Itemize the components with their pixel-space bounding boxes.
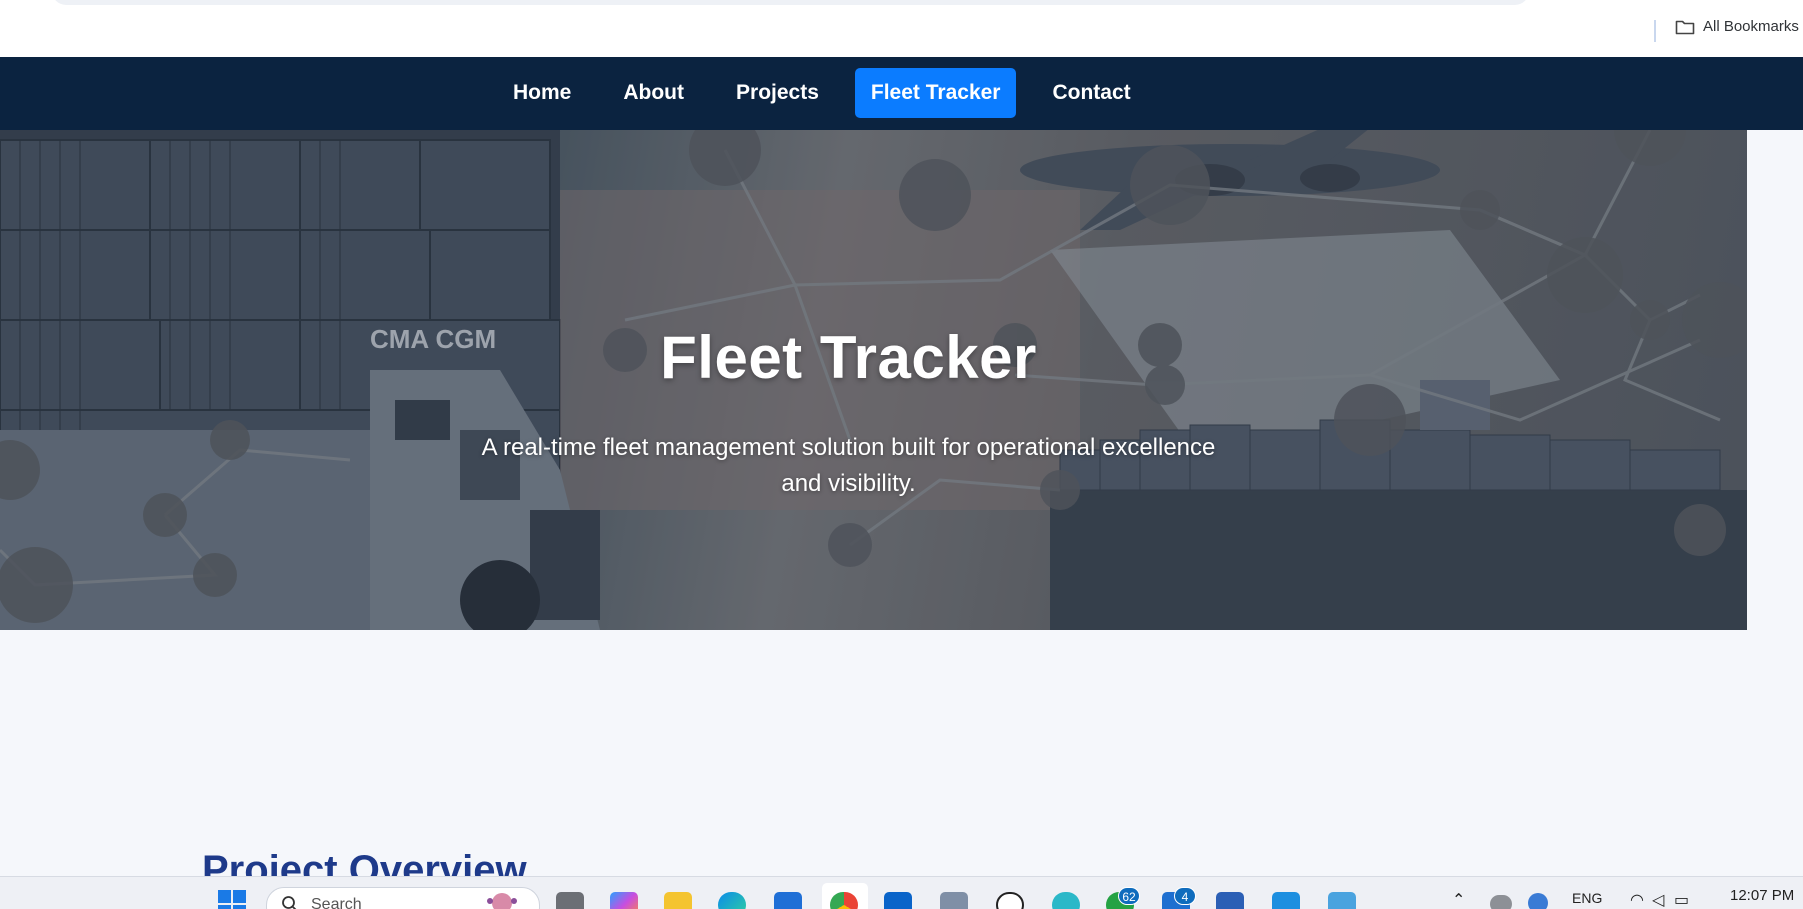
app-icon[interactable] — [1052, 892, 1080, 909]
edge-icon[interactable] — [718, 892, 746, 909]
start-icon[interactable] — [218, 890, 248, 909]
search-highlight-icon — [476, 889, 520, 909]
chrome-icon[interactable] — [830, 892, 858, 909]
onedrive-icon[interactable] — [1490, 895, 1512, 909]
language-indicator[interactable]: ENG — [1572, 890, 1602, 906]
volume-icon[interactable]: ◁ — [1652, 890, 1664, 909]
all-bookmarks-label: All Bookmarks — [1703, 18, 1799, 35]
browser-bookmarks-bar: All Bookmarks — [0, 0, 1803, 57]
bookmarks-separator — [1654, 20, 1656, 42]
outlook-icon[interactable] — [884, 892, 912, 909]
nav-home[interactable]: Home — [497, 68, 587, 118]
nav-contact[interactable]: Contact — [1036, 68, 1146, 118]
file-explorer-icon[interactable] — [664, 892, 692, 909]
microphone-icon[interactable] — [1528, 893, 1548, 909]
all-bookmarks-button[interactable]: All Bookmarks — [1675, 18, 1799, 35]
hero-banner: CMA CGM — [0, 130, 1803, 630]
store-icon[interactable] — [774, 892, 802, 909]
mail-icon[interactable] — [940, 892, 968, 909]
windows-taskbar: Search 62 4 ⌃ ENG ◠ ◁ ▭ 12:07 PM — [0, 876, 1803, 909]
address-bar[interactable] — [52, 0, 1529, 5]
hero-title: Fleet Tracker — [0, 323, 1697, 392]
search-placeholder: Search — [311, 896, 362, 909]
hero-subtitle: A real-time fleet management solution bu… — [470, 430, 1227, 502]
system-clock[interactable]: 12:07 PM — [1730, 887, 1794, 904]
nav-fleet-tracker[interactable]: Fleet Tracker — [855, 68, 1017, 118]
site-navbar: Home About Projects Fleet Tracker Contac… — [0, 57, 1803, 130]
copilot-icon[interactable] — [610, 892, 638, 909]
nav-projects[interactable]: Projects — [720, 68, 835, 118]
page-scroll-gutter — [1747, 130, 1803, 630]
teams-badge: 4 — [1174, 887, 1196, 905]
whatsapp-badge: 62 — [1118, 887, 1140, 905]
search-icon — [281, 895, 299, 909]
notepad-icon[interactable] — [1328, 892, 1356, 909]
chevron-up-icon[interactable]: ⌃ — [1452, 890, 1465, 909]
nav-about[interactable]: About — [607, 68, 700, 118]
wifi-icon[interactable]: ◠ — [1630, 890, 1644, 909]
battery-icon[interactable]: ▭ — [1674, 890, 1689, 909]
folder-icon — [1675, 19, 1695, 35]
nav-menu: Home About Projects Fleet Tracker Contac… — [497, 68, 1147, 118]
chatgpt-icon[interactable] — [996, 892, 1024, 909]
task-view-icon[interactable] — [556, 892, 584, 909]
vscode-icon[interactable] — [1272, 892, 1300, 909]
word-icon[interactable] — [1216, 892, 1244, 909]
